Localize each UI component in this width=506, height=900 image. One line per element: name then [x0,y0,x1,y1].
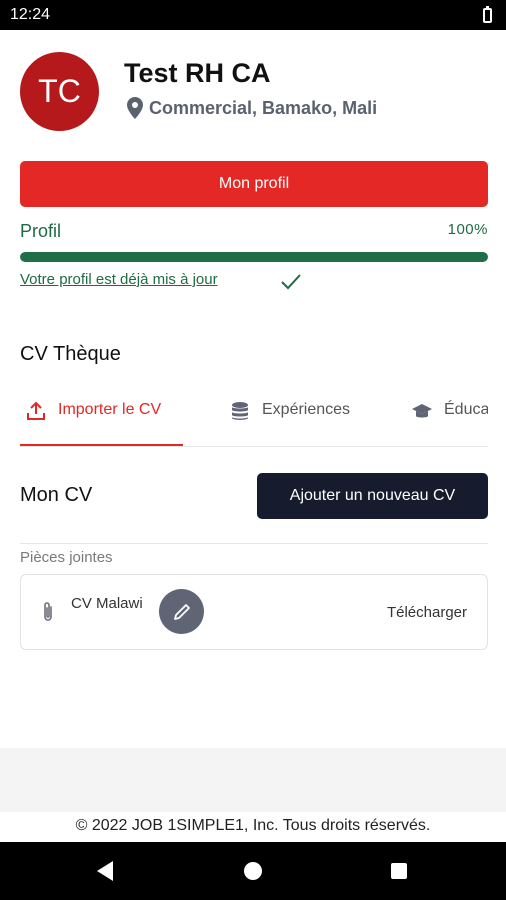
tab-education[interactable]: Éducation [412,395,488,446]
location-text: Commercial, Bamako, Mali [149,97,378,118]
battery-icon [483,5,492,23]
download-link[interactable]: Télécharger [387,604,467,621]
progress-bar-fill [20,252,488,262]
home-icon[interactable] [244,862,262,880]
profile-status-link[interactable]: Votre profil est déjà mis à jour [20,271,218,288]
check-icon [281,274,301,290]
tab-import-cv[interactable]: Importer le CV [26,395,162,446]
graduation-cap-icon [412,404,432,418]
tab-import-cv-label: Importer le CV [58,401,162,418]
upload-icon [27,401,45,420]
progress-bar [20,252,488,262]
status-time: 12:24 [10,6,51,23]
navigation-bar [0,842,506,900]
my-profile-button[interactable]: Mon profil [20,161,488,207]
divider [20,543,488,544]
tab-experiences[interactable]: Expériences [230,395,351,446]
footer-band [0,748,506,812]
paperclip-icon [44,602,52,621]
cv-tabs: Importer le CV Expériences Éducation [20,395,488,447]
tab-education-label: Éducation [444,401,488,418]
cv-library-title: CV Thèque [20,343,121,365]
tab-experiences-label: Expériences [262,401,351,418]
my-cv-title: Mon CV [20,484,93,506]
my-profile-button-label: Mon profil [218,175,290,192]
progress-value: 100% [447,221,488,238]
pencil-icon [173,603,190,620]
tab-active-indicator [20,444,183,446]
copyright: © 2022 JOB 1SIMPLE1, Inc. Tous droits ré… [75,817,431,834]
add-cv-button[interactable]: Ajouter un nouveau CV [257,473,488,519]
attachment-card: CV Malawi Télécharger [20,574,488,650]
back-icon[interactable] [97,861,113,881]
map-pin-icon [127,97,143,119]
recents-icon[interactable] [391,863,407,879]
avatar-initials: TC [38,73,81,109]
attachments-label: Pièces jointes [20,549,113,566]
attachment-file-name[interactable]: CV Malawi [71,595,143,612]
avatar: TC [20,52,99,131]
edit-button[interactable] [159,589,204,634]
progress-label: Profil [20,221,62,241]
location: Commercial, Bamako, Mali [127,97,377,119]
database-icon [232,402,248,420]
profile-name: Test RH CA [124,58,271,88]
status-bar: 12:24 [0,0,506,30]
add-cv-button-label: Ajouter un nouveau CV [289,487,456,504]
